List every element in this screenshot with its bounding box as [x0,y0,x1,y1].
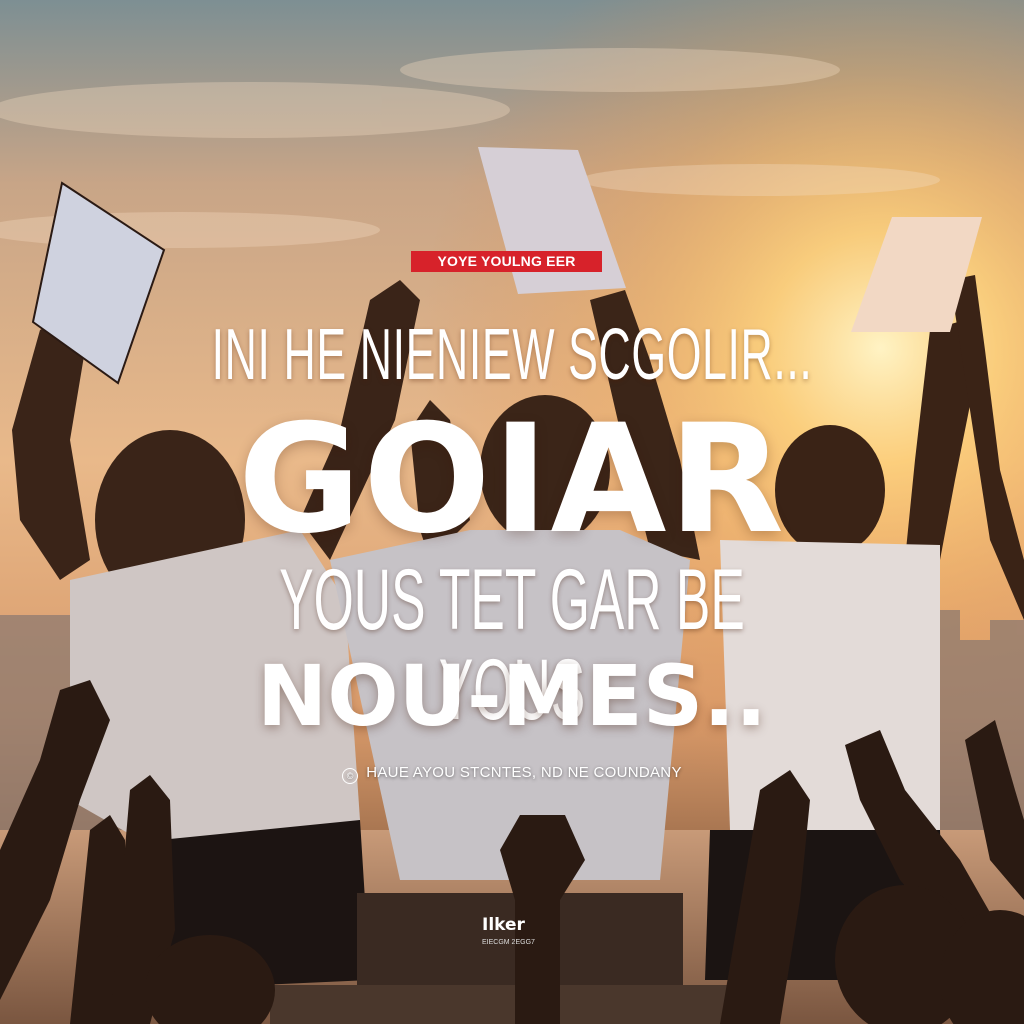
subtitle-line: INI HE NIENIEW SCGOLIR... [211,315,813,395]
secondary-headline: NOU-MES.. [256,647,768,745]
brand-subtext: EIECGM 2EGG7 [482,939,535,946]
header-tag-badge: YOYE YOULNG EER [411,251,602,272]
caption-text: HAUE AYOU STCNTES, ND NE COUNDANY [366,764,682,781]
caption-row: © HAUE AYOU STCNTES, ND NE COUNDANY [0,764,1024,784]
poster: YOYE YOULNG EER INI HE NIENIEW SCGOLIR..… [0,0,1024,1024]
headline: GOIAR [237,393,787,567]
copyright-circle-icon: © [342,768,359,784]
brand-logo-text: Ilker [482,915,525,935]
